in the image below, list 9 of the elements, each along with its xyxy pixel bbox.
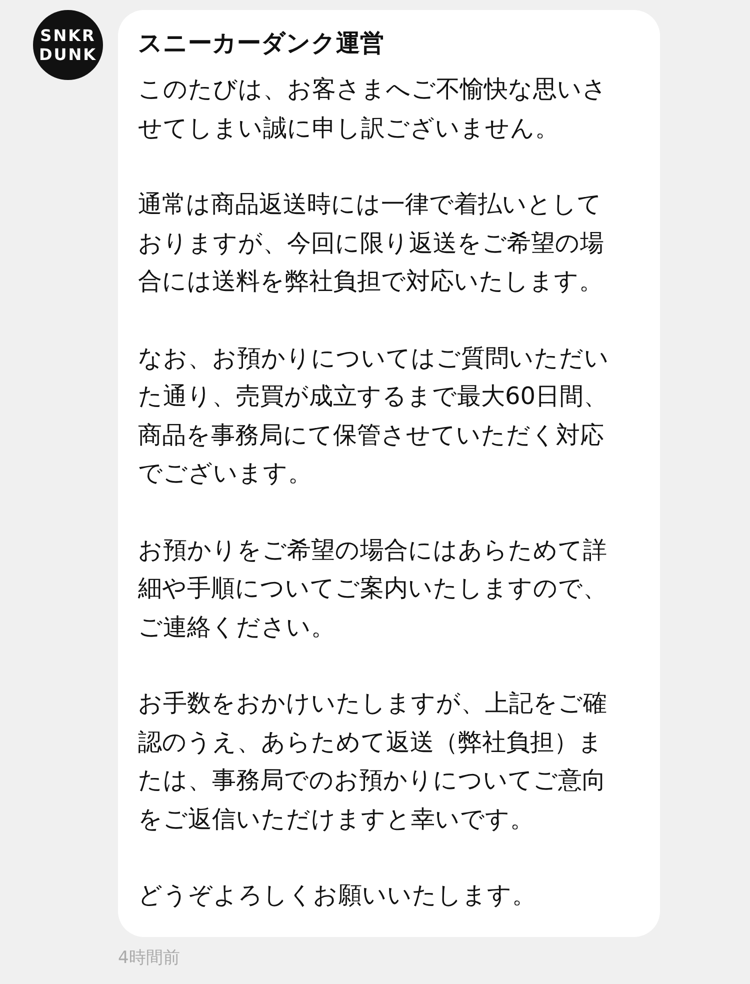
message-paragraph: お手数をおかけいたしますが、上記をご確認のうえ、あらためて返送（弊社負担）または、事務局でのお預かりについてご意向をご返信いただけますと幸いです。 — [138, 688, 608, 834]
message-paragraph: 通常は商品返送時には一律で着払いとしておりますが、今回に限り返送をご希望の場合には送料を弊社負担で対応いたします。 — [138, 189, 605, 297]
message-paragraph: なお、お預かりについてはご質問いただいた通り、売買が成立するまで最大60日間、商品を事務局にて保管させていただく対応でございます。 — [138, 342, 610, 489]
message-paragraph: お預かりをご希望の場合にはあらためて詳細や手順についてご案内いたしますので、ご連絡ください。 — [138, 534, 608, 642]
message-paragraph: このたびは、お客さまへご不愉快な思いさせてしまい誠に申し訳ございません。 — [138, 74, 608, 144]
message-paragraph: どうぞよろしくお願いいたします。 — [138, 880, 537, 911]
avatar-logo: SNKR DUNK — [33, 10, 103, 80]
timestamp: 4時間前 — [118, 946, 181, 968]
sender-name: スニーカーダンク運営 — [138, 28, 385, 59]
